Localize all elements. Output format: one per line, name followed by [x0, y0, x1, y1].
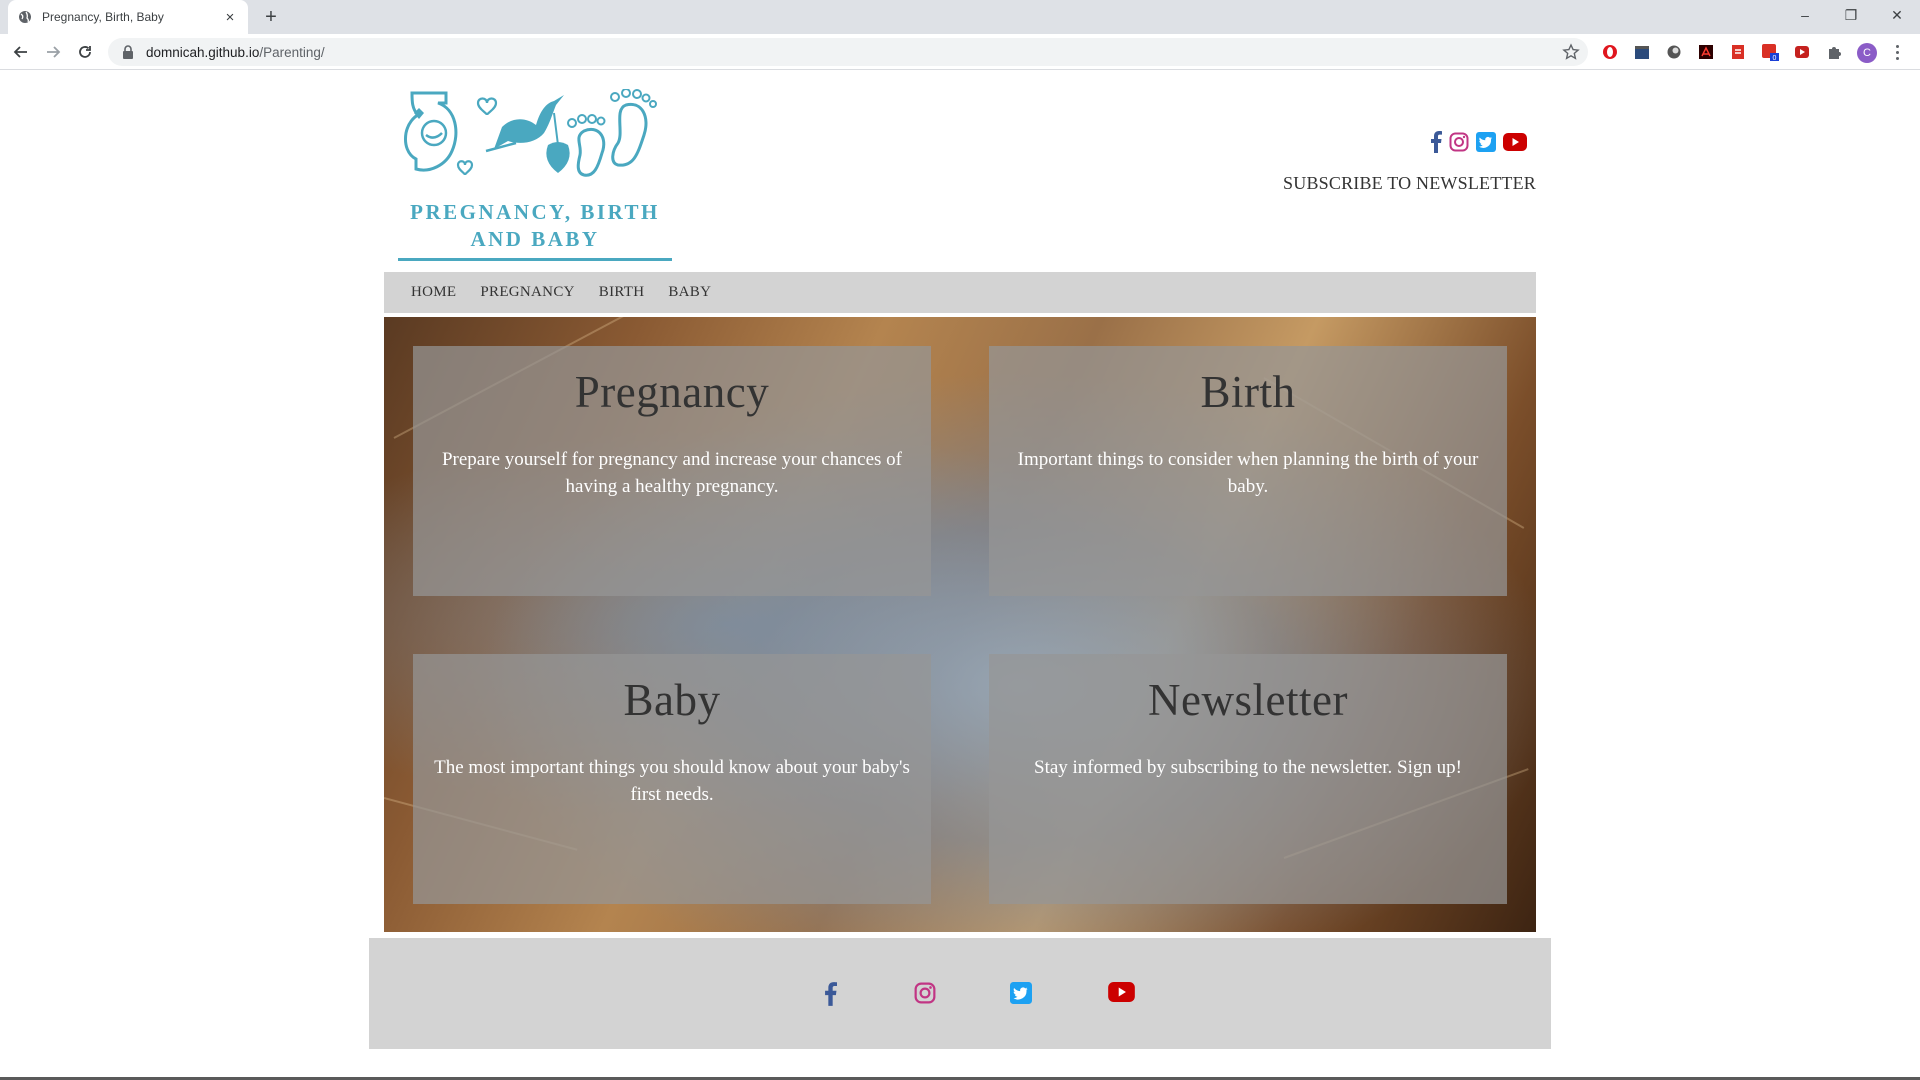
instagram-icon[interactable] [1449, 132, 1469, 152]
card-title: Pregnancy [574, 367, 770, 417]
svg-text:0: 0 [1773, 55, 1777, 61]
close-icon[interactable]: × [222, 9, 238, 26]
card-baby[interactable]: Baby The most important things you shoul… [413, 654, 931, 904]
new-tab-button[interactable]: + [259, 5, 283, 29]
minimize-button[interactable]: – [1782, 0, 1828, 30]
tab-title: Pregnancy, Birth, Baby [42, 10, 164, 24]
restore-button[interactable]: ❐ [1828, 0, 1874, 30]
url-path: /Parenting/ [259, 44, 325, 60]
puzzle-extensions-icon[interactable] [1825, 43, 1843, 61]
logo-illustration [404, 88, 657, 177]
card-pregnancy[interactable]: Pregnancy Prepare yourself for pregnancy… [413, 346, 931, 596]
profile-avatar[interactable]: C [1857, 43, 1877, 63]
acrobat-extension-icon[interactable] [1697, 43, 1715, 61]
nav-home[interactable]: HOME [411, 284, 456, 301]
nav-birth[interactable]: BIRTH [599, 284, 645, 301]
card-birth[interactable]: Birth Important things to consider when … [989, 346, 1507, 596]
media-extension-icon[interactable] [1793, 43, 1811, 61]
reload-icon[interactable] [73, 40, 97, 64]
header-social-links [1430, 131, 1527, 153]
browser-toolbar: domnicah.github.io /Parenting/ 0 C [0, 34, 1920, 70]
opera-extension-icon[interactable] [1601, 43, 1619, 61]
logo-underline [398, 258, 672, 261]
site-logo[interactable]: PREGNANCY, BIRTH AND BABY [398, 88, 672, 261]
logo-text-line1: PREGNANCY, BIRTH [410, 200, 660, 224]
logo-text-line2: AND BABY [470, 227, 600, 251]
subscribe-newsletter-link[interactable]: SUBSCRIBE TO NEWSLETTER [1283, 173, 1536, 194]
hero-section: Pregnancy Prepare yourself for pregnancy… [384, 317, 1536, 932]
card-text: Important things to consider when planni… [1017, 449, 1479, 497]
address-bar[interactable]: domnicah.github.io /Parenting/ [108, 38, 1588, 66]
nav-pregnancy[interactable]: PREGNANCY [480, 284, 574, 301]
card-title: Newsletter [1148, 675, 1348, 725]
card-title: Birth [1200, 367, 1296, 417]
youtube-icon[interactable] [1503, 133, 1527, 151]
youtube-icon[interactable] [1108, 982, 1135, 1002]
window-close-button[interactable]: ✕ [1874, 0, 1920, 30]
twitter-icon[interactable] [1010, 982, 1032, 1004]
forward-icon[interactable] [41, 40, 65, 64]
instagram-icon[interactable] [914, 982, 936, 1004]
url-host: domnicah.github.io [146, 44, 260, 60]
browser-tabstrip: Pregnancy, Birth, Baby × + – ❐ ✕ [0, 0, 1920, 34]
back-icon[interactable] [9, 40, 33, 64]
logo-text: PREGNANCY, BIRTH AND BABY [398, 199, 672, 253]
main-nav: HOME PREGNANCY BIRTH BABY [384, 272, 1536, 313]
page-content: PREGNANCY, BIRTH AND BABY SUBSCRIBE TO N… [0, 71, 1920, 1078]
card-title: Baby [623, 675, 721, 725]
pdf-extension-icon[interactable] [1729, 43, 1747, 61]
footer [369, 938, 1551, 1049]
facebook-icon[interactable] [824, 982, 837, 1006]
clapper-extension-icon[interactable] [1633, 43, 1651, 61]
circle-extension-icon[interactable] [1665, 43, 1683, 61]
card-text: The most important things you should kno… [434, 757, 910, 805]
facebook-icon[interactable] [1430, 131, 1442, 153]
lock-icon [122, 45, 134, 59]
badge-extension-icon[interactable]: 0 [1761, 43, 1779, 61]
browser-menu-icon[interactable] [1893, 43, 1901, 61]
browser-tab[interactable]: Pregnancy, Birth, Baby × [8, 0, 248, 34]
globe-icon [18, 10, 32, 24]
card-text: Prepare yourself for pregnancy and incre… [441, 449, 902, 497]
twitter-icon[interactable] [1476, 132, 1496, 152]
card-text: Stay informed by subscribing to the news… [1034, 757, 1462, 778]
card-newsletter[interactable]: Newsletter Stay informed by subscribing … [989, 654, 1507, 904]
nav-baby[interactable]: BABY [668, 284, 711, 301]
bookmark-star-icon[interactable] [1562, 43, 1580, 61]
